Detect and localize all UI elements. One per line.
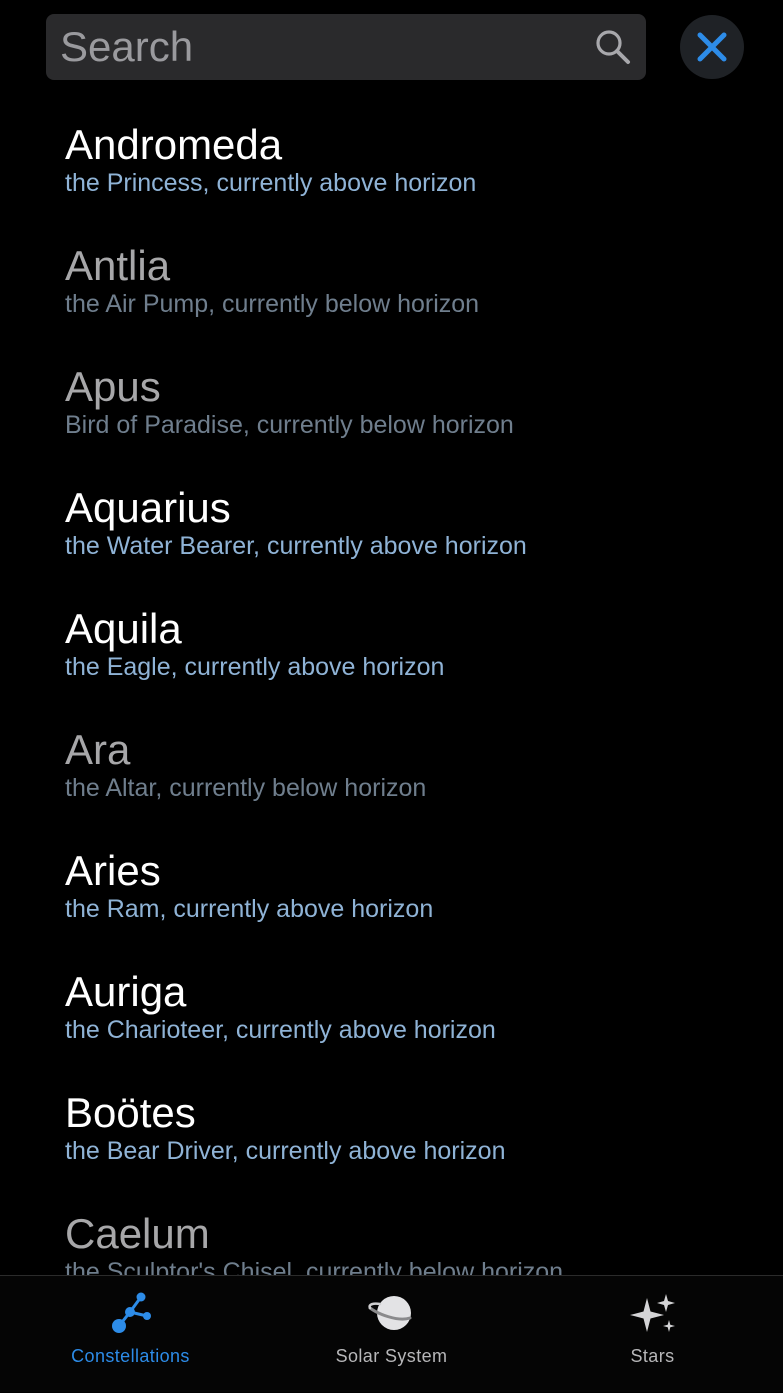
list-item[interactable]: Aquila the Eagle, currently above horizo… bbox=[0, 584, 783, 705]
search-input[interactable] bbox=[60, 14, 580, 80]
tab-label: Stars bbox=[630, 1346, 675, 1366]
tab-stars[interactable]: Stars bbox=[522, 1276, 783, 1393]
constellation-description: the Air Pump, currently below horizon bbox=[65, 290, 480, 318]
constellation-description: the Charioteer, currently above horizon bbox=[65, 1016, 496, 1044]
constellation-name: Auriga bbox=[65, 968, 187, 1015]
constellation-description: Bird of Paradise, currently below horizo… bbox=[65, 411, 514, 439]
close-icon bbox=[697, 32, 727, 62]
constellation-name: Aquila bbox=[65, 605, 182, 652]
list-item[interactable]: Ara the Altar, currently below horizon bbox=[0, 705, 783, 826]
search-icon[interactable] bbox=[594, 28, 632, 66]
constellation-description: the Bear Driver, currently above horizon bbox=[65, 1137, 506, 1165]
list-item[interactable]: Boötes the Bear Driver, currently above … bbox=[0, 1068, 783, 1189]
list-item[interactable]: Antlia the Air Pump, currently below hor… bbox=[0, 221, 783, 342]
constellation-icon bbox=[111, 1292, 151, 1333]
stars-icon bbox=[629, 1294, 675, 1332]
list-item[interactable]: Caelum the Sculptor's Chisel, currently … bbox=[0, 1189, 783, 1276]
constellation-description: the Sculptor's Chisel, currently below h… bbox=[65, 1258, 564, 1275]
constellation-description: the Altar, currently below horizon bbox=[65, 774, 427, 802]
tab-constellations[interactable]: Constellations bbox=[0, 1276, 261, 1393]
tab-bar: Constellations Solar System Stars bbox=[0, 1275, 783, 1392]
tab-label: Solar System bbox=[335, 1346, 448, 1366]
search-bar bbox=[46, 14, 646, 80]
close-button[interactable] bbox=[680, 15, 744, 79]
planet-icon bbox=[367, 1296, 411, 1330]
constellation-name: Apus bbox=[65, 363, 161, 410]
constellation-description: the Eagle, currently above horizon bbox=[65, 653, 445, 681]
constellation-name: Antlia bbox=[65, 242, 171, 289]
constellation-description: the Water Bearer, currently above horizo… bbox=[65, 532, 527, 560]
constellation-name: Andromeda bbox=[65, 121, 283, 168]
constellation-list[interactable]: Andromeda the Princess, currently above … bbox=[0, 100, 783, 1276]
constellation-description: the Princess, currently above horizon bbox=[65, 169, 477, 197]
tab-label: Constellations bbox=[71, 1346, 190, 1366]
constellation-description: the Ram, currently above horizon bbox=[65, 895, 434, 923]
list-item[interactable]: Apus Bird of Paradise, currently below h… bbox=[0, 342, 783, 463]
list-item[interactable]: Andromeda the Princess, currently above … bbox=[0, 100, 783, 221]
constellation-name: Boötes bbox=[65, 1089, 196, 1136]
list-item[interactable]: Aquarius the Water Bearer, currently abo… bbox=[0, 463, 783, 584]
tab-solar-system[interactable]: Solar System bbox=[261, 1276, 522, 1393]
constellation-name: Aquarius bbox=[65, 484, 231, 531]
list-item[interactable]: Auriga the Charioteer, currently above h… bbox=[0, 947, 783, 1068]
constellation-name: Caelum bbox=[65, 1210, 210, 1257]
constellation-name: Aries bbox=[65, 847, 161, 894]
constellation-name: Ara bbox=[65, 726, 131, 773]
list-item[interactable]: Aries the Ram, currently above horizon bbox=[0, 826, 783, 947]
